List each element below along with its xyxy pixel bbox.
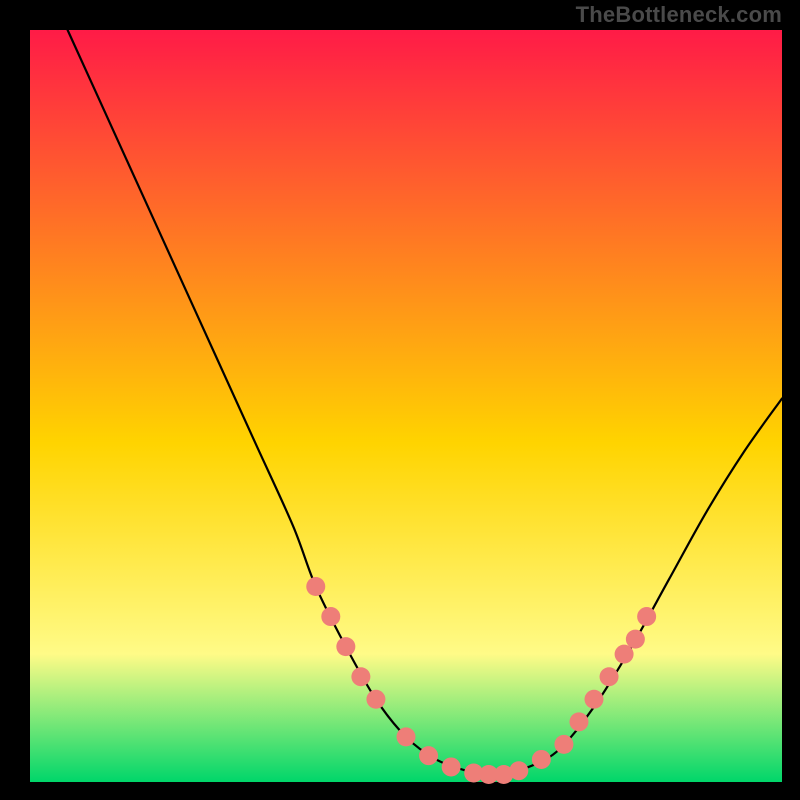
highlight-dot [615,645,634,664]
highlight-dot [351,667,370,686]
highlight-dot [366,690,385,709]
highlight-dot [442,757,461,776]
highlight-dot [585,690,604,709]
highlight-dot [637,607,656,626]
highlight-dot [569,712,588,731]
highlight-dot [397,727,416,746]
plot-gradient-background [30,30,782,782]
highlight-dot [336,637,355,656]
highlight-dot [532,750,551,769]
chart-canvas [0,0,800,800]
bottleneck-chart: TheBottleneck.com [0,0,800,800]
highlight-dot [509,761,528,780]
highlight-dot [419,746,438,765]
highlight-dot [600,667,619,686]
highlight-dot [306,577,325,596]
highlight-dot [626,630,645,649]
highlight-dot [554,735,573,754]
watermark-text: TheBottleneck.com [576,2,782,28]
highlight-dot [321,607,340,626]
